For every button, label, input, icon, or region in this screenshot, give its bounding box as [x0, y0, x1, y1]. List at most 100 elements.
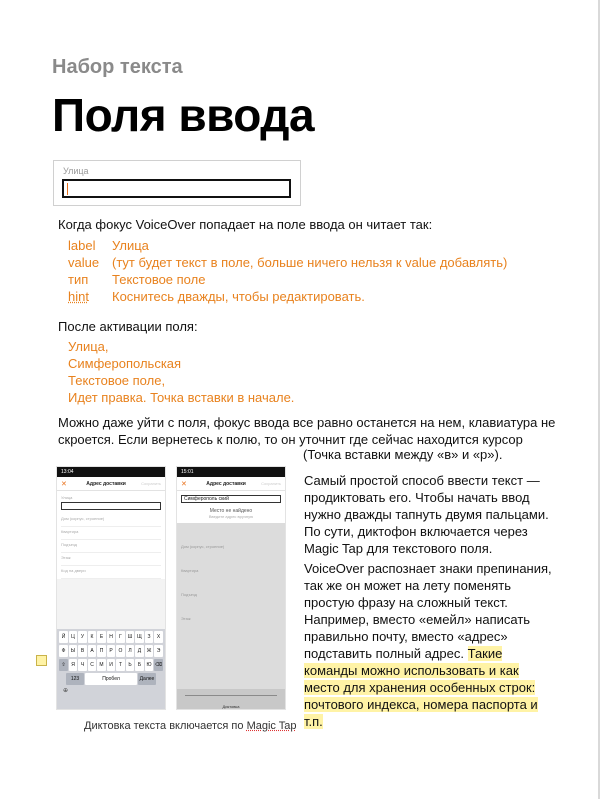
key[interactable]: Т — [116, 659, 125, 671]
key[interactable]: Ш — [125, 631, 135, 643]
key[interactable]: Х — [154, 631, 163, 643]
shift-key[interactable]: ⇧ — [59, 659, 68, 671]
key[interactable]: Ы — [68, 645, 78, 657]
space-key[interactable]: Пробел — [85, 673, 137, 685]
attribute-row: value (тут будет текст в поле, больше ни… — [68, 254, 507, 271]
nav-title: Адрес доставки — [206, 480, 246, 487]
intro-text: Когда фокус VoiceOver попадает на поле в… — [58, 217, 433, 232]
nav-bar: ✕ Адрес доставки Сохранить — [57, 477, 165, 491]
key[interactable]: В — [78, 645, 87, 657]
close-icon[interactable]: ✕ — [61, 480, 71, 488]
done-key[interactable]: Далее — [138, 673, 156, 685]
form-row[interactable]: Дом (корпус, строение) — [181, 535, 224, 559]
save-button[interactable]: Сохранить — [141, 481, 161, 486]
attribute-key: label — [68, 238, 96, 253]
attribute-value: Улица — [112, 238, 149, 253]
comment-note-icon[interactable] — [36, 655, 47, 666]
attribute-value: Текстовое поле — [112, 272, 206, 287]
keyboard-row: Ф Ы В А П Р О Л Д Ж Э — [59, 645, 163, 657]
dictation-overlay: Место не найдено Введите адрес вручную Д… — [177, 505, 285, 709]
attribute-row: тип Текстовое поле — [68, 271, 507, 288]
address-form: Симферополь ский — [177, 491, 285, 505]
attribute-key: hint — [68, 289, 89, 304]
form-row[interactable]: Дом (корпус, строение) — [61, 514, 161, 527]
key[interactable]: Й — [59, 631, 68, 643]
popup-subtitle: Введите адрес вручную — [208, 514, 254, 519]
dictation-label[interactable]: Диктовка — [177, 704, 285, 709]
key[interactable]: О — [116, 645, 125, 657]
dictation-waveform — [185, 695, 277, 701]
text-caret — [67, 183, 68, 195]
form-row[interactable]: Этаж — [61, 553, 161, 566]
key[interactable]: Щ — [135, 631, 144, 643]
key[interactable]: Б — [135, 659, 144, 671]
key[interactable]: И — [106, 659, 116, 671]
key[interactable]: У — [78, 631, 87, 643]
close-icon[interactable]: ✕ — [181, 480, 191, 488]
nav-title: Адрес доставки — [86, 480, 126, 487]
key[interactable]: С — [87, 659, 97, 671]
keyboard-row: Й Ц У К Е Н Г Ш Щ З Х — [59, 631, 163, 643]
announcement-line: Текстовое поле, — [68, 373, 166, 388]
key[interactable]: Н — [106, 631, 116, 643]
backspace-key[interactable]: ⌫ — [154, 659, 163, 671]
key[interactable]: П — [97, 645, 106, 657]
attribute-row: label Улица — [68, 237, 507, 254]
key[interactable]: Ь — [125, 659, 135, 671]
globe-icon[interactable]: ⊕ — [63, 687, 163, 694]
key[interactable]: А — [87, 645, 97, 657]
section-label: Набор текста — [52, 56, 183, 78]
keyboard-row: ⇧ Я Ч С М И Т Ь Б Ю ⌫ — [59, 659, 163, 671]
form-row[interactable]: Подъезд — [181, 583, 224, 607]
figure-caption: Диктовка текста включается по Magic Tap — [84, 720, 297, 732]
numbers-key[interactable]: 123 — [66, 673, 84, 685]
phone-screenshot-keyboard: 13:04 ✕ Адрес доставки Сохранить Улица Д… — [56, 466, 166, 710]
text-field-demo[interactable]: Улица — [53, 160, 301, 206]
phone-screenshot-dictation: 15:01 ✕ Адрес доставки Сохранить Симферо… — [176, 466, 286, 710]
voiceover-announcement: Улица, Симферопольская Текстовое поле, И… — [68, 338, 294, 406]
key[interactable]: Е — [97, 631, 106, 643]
key[interactable]: М — [97, 659, 106, 671]
save-button[interactable]: Сохранить — [261, 481, 281, 486]
key[interactable]: З — [144, 631, 154, 643]
attribute-key: value — [68, 255, 100, 270]
announcement-line: Идет правка. Точка вставки в начале. — [68, 390, 295, 405]
key[interactable]: Я — [68, 659, 78, 671]
key[interactable]: Э — [154, 645, 163, 657]
punctuation-paragraph: VoiceOver распознает знаки препинания, т… — [304, 560, 554, 730]
status-bar: 13:04 — [57, 467, 165, 477]
cursor-paragraph-tail: (Точка вставки между «в» и «р»). — [303, 447, 503, 462]
keyboard: Й Ц У К Е Н Г Ш Щ З Х Ф Ы В А П Р О Л Д … — [57, 629, 165, 709]
key[interactable]: К — [87, 631, 97, 643]
key[interactable]: Л — [125, 645, 135, 657]
after-activation-text: После активации поля: — [58, 319, 198, 334]
field-label: Улица — [63, 166, 89, 176]
form-rows: Дом (корпус, строение) Квартира Подъезд … — [181, 535, 224, 631]
caption-link: Magic Tap — [246, 720, 297, 732]
caption-text: Диктовка текста включается по — [84, 720, 247, 732]
key[interactable]: Р — [106, 645, 116, 657]
input-label: Улица — [61, 495, 73, 500]
street-input[interactable] — [61, 502, 161, 510]
key[interactable]: Ж — [144, 645, 154, 657]
key[interactable]: Д — [135, 645, 144, 657]
dictation-bar: Диктовка — [177, 689, 285, 709]
voiceover-attributes: label Улица value (тут будет текст в пол… — [68, 237, 507, 305]
key[interactable]: Ф — [59, 645, 68, 657]
attribute-row: hint Коснитесь дважды, чтобы редактирова… — [68, 288, 507, 305]
form-row[interactable]: Квартира — [181, 559, 224, 583]
key[interactable]: Ю — [144, 659, 154, 671]
suggestion-popup: Место не найдено Введите адрес вручную — [177, 505, 285, 523]
status-bar: 15:01 — [177, 467, 285, 477]
attribute-key: тип — [68, 272, 89, 287]
key[interactable]: Ч — [78, 659, 87, 671]
key[interactable]: Г — [116, 631, 125, 643]
field-input-box[interactable] — [62, 179, 291, 198]
street-input[interactable]: Симферополь ский — [181, 495, 281, 503]
form-row[interactable]: Этаж — [181, 607, 224, 631]
form-row[interactable]: Квартира — [61, 527, 161, 540]
form-row[interactable]: Код на двери — [61, 566, 161, 579]
form-row[interactable]: Подъезд — [61, 540, 161, 553]
key[interactable]: Ц — [68, 631, 78, 643]
nav-bar: ✕ Адрес доставки Сохранить — [177, 477, 285, 491]
